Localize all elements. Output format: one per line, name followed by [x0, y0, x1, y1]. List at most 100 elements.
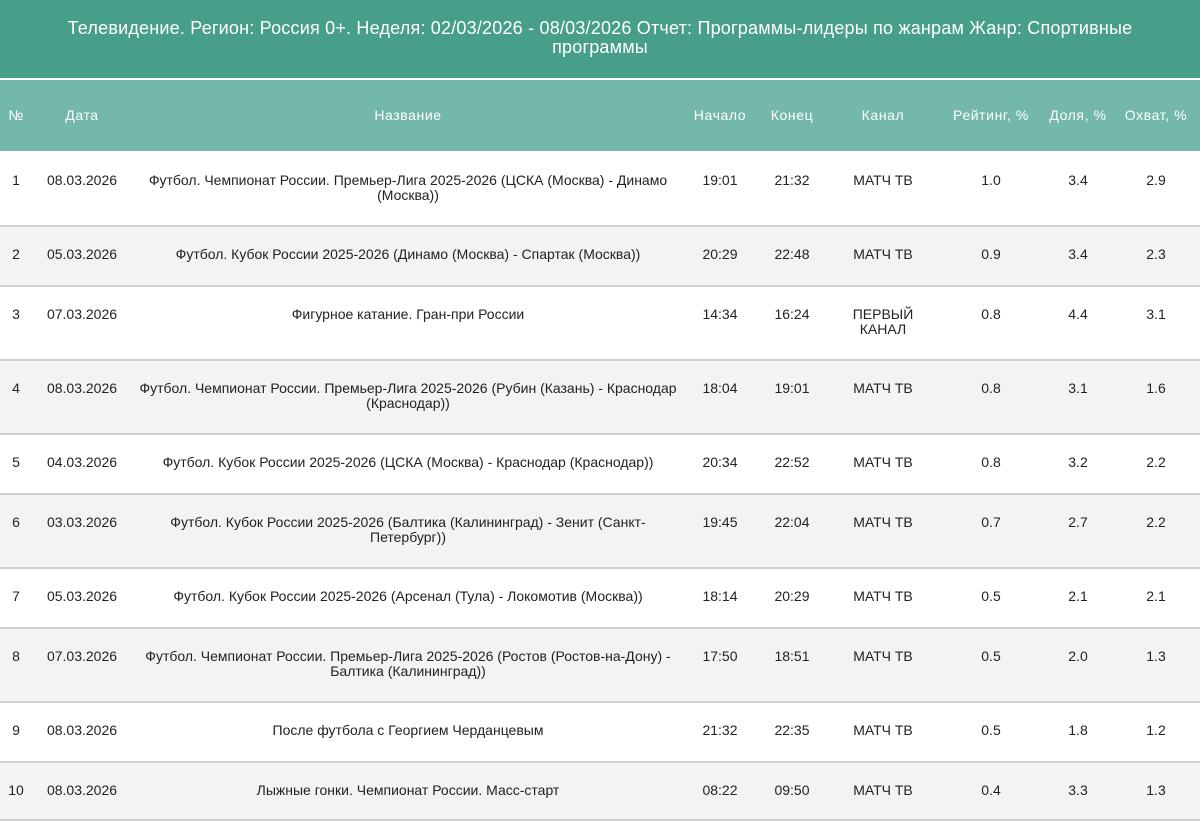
- cell-rating: 0.4: [938, 762, 1044, 821]
- cell-end: 21:32: [756, 152, 828, 227]
- cell-name: Футбол. Кубок России 2025-2026 (Арсенал …: [132, 568, 684, 629]
- cell-end: 18:51: [756, 628, 828, 703]
- cell-name: Футбол. Кубок России 2025-2026 (Балтика …: [132, 494, 684, 569]
- cell-reach: 1.3: [1112, 628, 1200, 703]
- cell-channel: МАТЧ ТВ: [828, 152, 938, 227]
- cell-date: 05.03.2026: [32, 226, 132, 287]
- cell-start: 08:22: [684, 762, 756, 821]
- cell-num: 10: [0, 762, 32, 821]
- table-row: 1 08.03.2026 Футбол. Чемпионат России. П…: [0, 152, 1200, 227]
- column-header-name[interactable]: Название: [132, 78, 684, 153]
- cell-end: 22:48: [756, 226, 828, 287]
- cell-end: 19:01: [756, 360, 828, 435]
- cell-end: 16:24: [756, 286, 828, 361]
- cell-end: 22:04: [756, 494, 828, 569]
- cell-share: 2.0: [1044, 628, 1112, 703]
- cell-share: 3.3: [1044, 762, 1112, 821]
- cell-reach: 1.3: [1112, 762, 1200, 821]
- column-header-date[interactable]: Дата: [32, 78, 132, 153]
- cell-name: Фигурное катание. Гран-при России: [132, 286, 684, 361]
- cell-name: После футбола с Георгием Черданцевым: [132, 702, 684, 763]
- table-row: 5 04.03.2026 Футбол. Кубок России 2025-2…: [0, 434, 1200, 495]
- column-header-num[interactable]: №: [0, 78, 32, 153]
- cell-num: 2: [0, 226, 32, 287]
- cell-share: 3.4: [1044, 152, 1112, 227]
- cell-date: 08.03.2026: [32, 702, 132, 763]
- cell-start: 20:34: [684, 434, 756, 495]
- cell-date: 05.03.2026: [32, 568, 132, 629]
- cell-date: 07.03.2026: [32, 286, 132, 361]
- cell-share: 2.1: [1044, 568, 1112, 629]
- column-header-reach[interactable]: Охват, %: [1112, 78, 1200, 153]
- cell-reach: 1.2: [1112, 702, 1200, 763]
- cell-start: 17:50: [684, 628, 756, 703]
- cell-start: 21:32: [684, 702, 756, 763]
- cell-name: Футбол. Кубок России 2025-2026 (ЦСКА (Мо…: [132, 434, 684, 495]
- cell-start: 18:14: [684, 568, 756, 629]
- cell-name: Футбол. Чемпионат России. Премьер-Лига 2…: [132, 152, 684, 227]
- cell-start: 14:34: [684, 286, 756, 361]
- table-row: 2 05.03.2026 Футбол. Кубок России 2025-2…: [0, 226, 1200, 287]
- cell-share: 3.2: [1044, 434, 1112, 495]
- cell-rating: 0.8: [938, 434, 1044, 495]
- cell-date: 04.03.2026: [32, 434, 132, 495]
- cell-channel: МАТЧ ТВ: [828, 762, 938, 821]
- cell-start: 19:45: [684, 494, 756, 569]
- cell-name: Футбол. Чемпионат России. Премьер-Лига 2…: [132, 360, 684, 435]
- cell-name: Футбол. Кубок России 2025-2026 (Динамо (…: [132, 226, 684, 287]
- table-header-row: № Дата Название Начало Конец Канал Рейти…: [0, 78, 1200, 153]
- cell-channel: МАТЧ ТВ: [828, 434, 938, 495]
- cell-share: 3.1: [1044, 360, 1112, 435]
- ratings-table: № Дата Название Начало Конец Канал Рейти…: [0, 78, 1200, 821]
- table-row: 4 08.03.2026 Футбол. Чемпионат России. П…: [0, 360, 1200, 435]
- cell-share: 3.4: [1044, 226, 1112, 287]
- cell-date: 08.03.2026: [32, 762, 132, 821]
- cell-start: 19:01: [684, 152, 756, 227]
- cell-reach: 2.2: [1112, 494, 1200, 569]
- cell-channel: МАТЧ ТВ: [828, 494, 938, 569]
- cell-reach: 3.1: [1112, 286, 1200, 361]
- cell-rating: 0.5: [938, 568, 1044, 629]
- cell-end: 09:50: [756, 762, 828, 821]
- cell-date: 08.03.2026: [32, 152, 132, 227]
- cell-rating: 1.0: [938, 152, 1044, 227]
- cell-reach: 2.1: [1112, 568, 1200, 629]
- cell-end: 20:29: [756, 568, 828, 629]
- cell-rating: 0.7: [938, 494, 1044, 569]
- cell-channel: МАТЧ ТВ: [828, 226, 938, 287]
- cell-name: Лыжные гонки. Чемпионат России. Масс-ста…: [132, 762, 684, 821]
- column-header-share[interactable]: Доля, %: [1044, 78, 1112, 153]
- cell-num: 7: [0, 568, 32, 629]
- cell-date: 07.03.2026: [32, 628, 132, 703]
- cell-rating: 0.8: [938, 286, 1044, 361]
- cell-end: 22:35: [756, 702, 828, 763]
- column-header-start[interactable]: Начало: [684, 78, 756, 153]
- cell-num: 3: [0, 286, 32, 361]
- cell-share: 4.4: [1044, 286, 1112, 361]
- report-title: Телевидение. Регион: Россия 0+. Неделя: …: [0, 0, 1200, 78]
- column-header-end[interactable]: Конец: [756, 78, 828, 153]
- cell-share: 1.8: [1044, 702, 1112, 763]
- table-row: 10 08.03.2026 Лыжные гонки. Чемпионат Ро…: [0, 762, 1200, 821]
- column-header-channel[interactable]: Канал: [828, 78, 938, 153]
- cell-channel: ПЕРВЫЙ КАНАЛ: [828, 286, 938, 361]
- cell-end: 22:52: [756, 434, 828, 495]
- cell-reach: 1.6: [1112, 360, 1200, 435]
- cell-date: 08.03.2026: [32, 360, 132, 435]
- table-row: 6 03.03.2026 Футбол. Кубок России 2025-2…: [0, 494, 1200, 569]
- cell-rating: 0.9: [938, 226, 1044, 287]
- cell-start: 20:29: [684, 226, 756, 287]
- cell-channel: МАТЧ ТВ: [828, 568, 938, 629]
- cell-num: 8: [0, 628, 32, 703]
- table-row: 8 07.03.2026 Футбол. Чемпионат России. П…: [0, 628, 1200, 703]
- cell-rating: 0.5: [938, 702, 1044, 763]
- column-header-rating[interactable]: Рейтинг, %: [938, 78, 1044, 153]
- cell-num: 6: [0, 494, 32, 569]
- cell-num: 9: [0, 702, 32, 763]
- cell-date: 03.03.2026: [32, 494, 132, 569]
- cell-channel: МАТЧ ТВ: [828, 360, 938, 435]
- cell-channel: МАТЧ ТВ: [828, 702, 938, 763]
- cell-name: Футбол. Чемпионат России. Премьер-Лига 2…: [132, 628, 684, 703]
- table-row: 3 07.03.2026 Фигурное катание. Гран-при …: [0, 286, 1200, 361]
- cell-rating: 0.5: [938, 628, 1044, 703]
